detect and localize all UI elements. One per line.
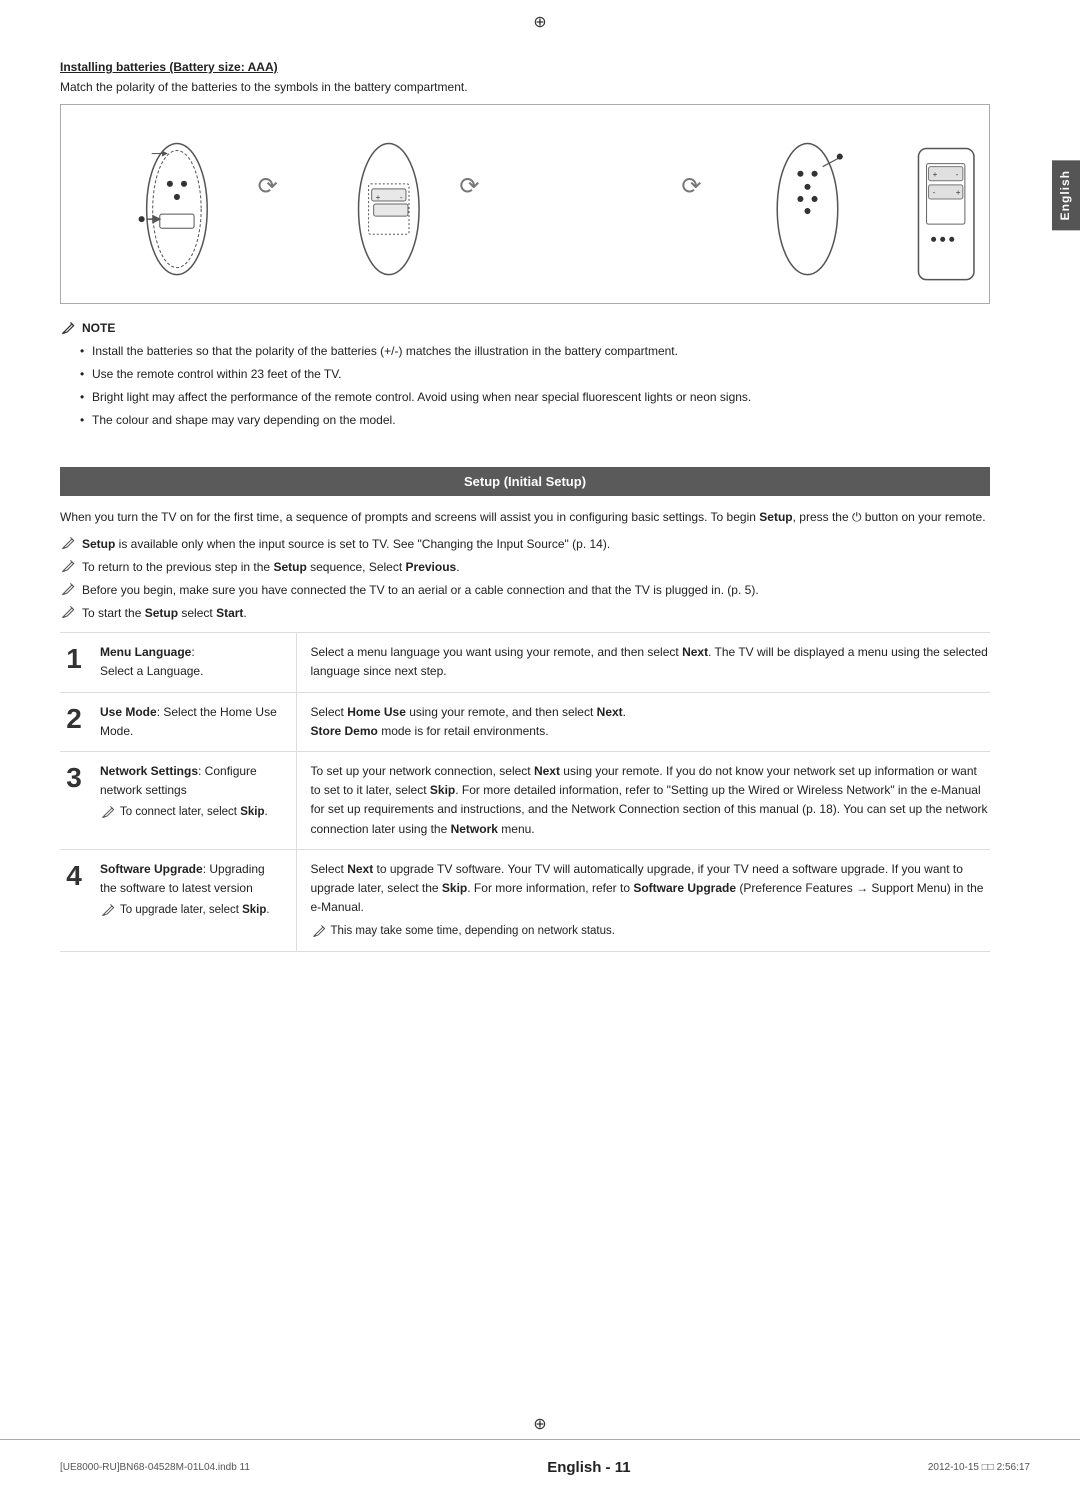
table-row: 4 Software Upgrade: Upgrading the softwa… <box>60 849 990 951</box>
step-3-desc: To set up your network connection, selec… <box>296 751 990 849</box>
step-4-extra-note: This may take some time, depending on ne… <box>311 923 991 940</box>
setup-note-4: To start the Setup select Start. <box>60 604 990 622</box>
step-4-extra-note-text: This may take some time, depending on ne… <box>331 923 615 940</box>
step-3-name: Network Settings <box>100 764 198 778</box>
note-label: NOTE <box>82 321 115 335</box>
note-header: NOTE <box>60 320 990 336</box>
page-footer: [UE8000-RU]BN68-04528M-01L04.indb 11 Eng… <box>0 1439 1080 1494</box>
setup-note-2-text: To return to the previous step in the Se… <box>82 558 460 576</box>
step-4-number: 4 <box>60 849 96 951</box>
setup-note-1: Setup is available only when the input s… <box>60 535 990 553</box>
step-4-name: Software Upgrade <box>100 862 203 876</box>
setup-header: Setup (Initial Setup) <box>60 467 990 496</box>
note-item-4: The colour and shape may vary depending … <box>80 411 990 429</box>
step-4-desc: Select Next to upgrade TV software. Your… <box>296 849 990 951</box>
setup-note-2: To return to the previous step in the Se… <box>60 558 990 576</box>
svg-text:⟳: ⟳ <box>258 173 278 200</box>
setup-note-pencil-3 <box>60 581 76 597</box>
svg-text:-: - <box>956 170 959 179</box>
setup-intro: When you turn the TV on for the first ti… <box>60 508 990 527</box>
step-3-number: 3 <box>60 751 96 849</box>
step-3-note: To connect later, select Skip. <box>100 804 284 821</box>
battery-illustration: ⟳ + - ⟳ <box>60 104 990 304</box>
setup-note-3-text: Before you begin, make sure you have con… <box>82 581 759 599</box>
note-item-2: Use the remote control within 23 feet of… <box>80 365 990 383</box>
note-pencil-icon <box>60 320 76 336</box>
svg-text:⟳: ⟳ <box>459 173 479 200</box>
setup-table: 1 Menu Language: Select a Language. Sele… <box>60 632 990 951</box>
step-4-title: Software Upgrade: Upgrading the software… <box>96 849 296 951</box>
step-4-note-text: To upgrade later, select Skip. <box>120 902 270 919</box>
step-2-title: Use Mode: Select the Home Use Mode. <box>96 692 296 751</box>
step-3-title: Network Settings: Configure network sett… <box>96 751 296 849</box>
setup-note-1-text: Setup is available only when the input s… <box>82 535 610 553</box>
step-2-desc: Select Home Use using your remote, and t… <box>296 692 990 751</box>
reg-mark-top: ⊕ <box>533 12 546 32</box>
note-list: Install the batteries so that the polari… <box>60 342 990 429</box>
setup-note-4-text: To start the Setup select Start. <box>82 604 247 622</box>
setup-note-pencil-2 <box>60 558 76 574</box>
step-1-number: 1 <box>60 633 96 692</box>
setup-section: Setup (Initial Setup) When you turn the … <box>60 467 990 952</box>
reg-mark-bottom: ⊕ <box>533 1414 546 1434</box>
note-section: NOTE Install the batteries so that the p… <box>60 320 990 429</box>
svg-text:-: - <box>400 193 403 202</box>
svg-text:⟳: ⟳ <box>681 173 701 200</box>
page-container: ⊕ English Installing batteries (Battery … <box>0 0 1080 1494</box>
battery-title: Installing batteries (Battery size: AAA) <box>60 60 990 74</box>
svg-text:+: + <box>933 170 938 179</box>
step-4-extra-pencil-icon <box>311 923 327 939</box>
setup-note-3: Before you begin, make sure you have con… <box>60 581 990 599</box>
step-3-note-text: To connect later, select Skip. <box>120 804 268 821</box>
note-item-1: Install the batteries so that the polari… <box>80 342 990 360</box>
step-1-desc: Select a menu language you want using yo… <box>296 633 990 692</box>
svg-text:-: - <box>933 188 936 197</box>
step-2-name: Use Mode <box>100 705 157 719</box>
svg-text:+: + <box>376 193 381 202</box>
step-4-note: To upgrade later, select Skip. <box>100 902 284 919</box>
table-row: 1 Menu Language: Select a Language. Sele… <box>60 633 990 692</box>
footer-right: 2012-10-15 □□ 2:56:17 <box>928 1462 1030 1473</box>
svg-text:+: + <box>956 188 961 197</box>
table-row: 2 Use Mode: Select the Home Use Mode. Se… <box>60 692 990 751</box>
battery-subtitle: Match the polarity of the batteries to t… <box>60 80 990 94</box>
footer-left: [UE8000-RU]BN68-04528M-01L04.indb 11 <box>60 1462 250 1473</box>
main-content: Installing batteries (Battery size: AAA)… <box>60 0 1030 952</box>
step-4-pencil-icon <box>100 902 116 918</box>
battery-section: Installing batteries (Battery size: AAA)… <box>60 60 990 304</box>
setup-note-pencil-4 <box>60 604 76 620</box>
note-item-3: Bright light may affect the performance … <box>80 388 990 406</box>
table-row: 3 Network Settings: Configure network se… <box>60 751 990 849</box>
step-1-name: Menu Language <box>100 645 191 659</box>
side-tab: English <box>1052 160 1080 230</box>
step-1-title: Menu Language: Select a Language. <box>96 633 296 692</box>
step-3-pencil-icon <box>100 804 116 820</box>
setup-note-pencil-1 <box>60 535 76 551</box>
step-2-number: 2 <box>60 692 96 751</box>
battery-steps-svg: ⟳ + - ⟳ <box>71 109 979 299</box>
footer-center: English - 11 <box>547 1459 630 1476</box>
